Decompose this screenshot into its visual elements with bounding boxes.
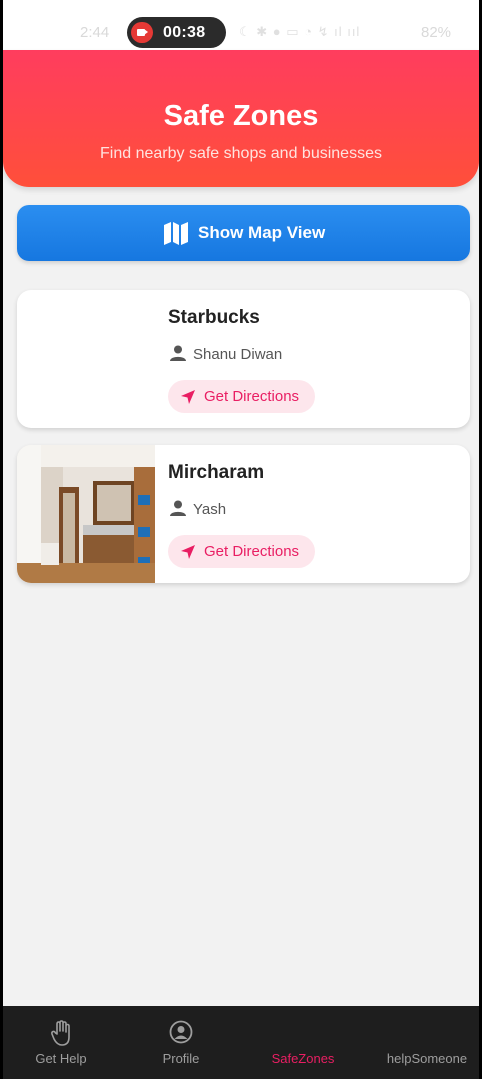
safe-zone-card[interactable]: Mircharam Yash Get Directions: [17, 445, 470, 583]
nav-item-profile[interactable]: Profile: [141, 1006, 221, 1079]
hand-icon: [51, 1020, 70, 1046]
nav-label: SafeZones: [271, 1051, 335, 1066]
get-directions-label: Get Directions: [204, 388, 300, 405]
bottom-navigation: Get Help Profile SafeZones helpSomeone: [3, 1006, 479, 1079]
nav-item-safezones[interactable]: SafeZones: [261, 1006, 345, 1079]
screen-recording-indicator[interactable]: 00:38: [127, 17, 226, 48]
place-name: Starbucks: [168, 307, 260, 328]
status-time: 2:44: [80, 24, 110, 41]
get-directions-button[interactable]: Get Directions: [168, 535, 315, 568]
status-icons: ☾ ✱ ● ▭ ◔ ↯ ıl ııl: [239, 24, 361, 39]
person-icon: [170, 500, 186, 516]
safe-zone-card[interactable]: Starbucks Shanu Diwan Get Directions: [17, 290, 470, 428]
navigation-arrow-icon: [181, 545, 195, 559]
record-camera-icon: [131, 22, 153, 43]
page-subtitle: Find nearby safe shops and businesses: [100, 145, 382, 162]
place-name: Mircharam: [168, 462, 265, 483]
status-bar: 2:44 00:38 ☾ ✱ ● ▭ ◔ ↯ ıl ııl 82%: [3, 0, 479, 50]
get-directions-button[interactable]: Get Directions: [168, 380, 315, 413]
safe-zones-screen: 2:44 00:38 ☾ ✱ ● ▭ ◔ ↯ ıl ııl 82% Safe Z…: [3, 0, 479, 1079]
map-icon: [164, 222, 188, 245]
recording-time: 00:38: [163, 24, 206, 41]
battery-level: 82%: [421, 24, 452, 41]
show-map-view-button[interactable]: Show Map View: [17, 205, 470, 261]
place-photo: [17, 445, 155, 583]
nav-label: Get Help: [35, 1051, 87, 1066]
person-icon: [170, 345, 186, 361]
owner-name: Yash: [193, 501, 227, 518]
get-directions-label: Get Directions: [204, 543, 300, 560]
show-map-view-label: Show Map View: [198, 223, 326, 242]
page-title: Safe Zones: [163, 100, 319, 132]
owner-name: Shanu Diwan: [193, 346, 283, 363]
nav-item-get-help[interactable]: Get Help: [19, 1006, 103, 1079]
page-header: Safe Zones Find nearby safe shops and bu…: [3, 50, 479, 187]
nav-label: helpSomeone: [386, 1051, 468, 1066]
nav-label: Profile: [162, 1051, 200, 1066]
navigation-arrow-icon: [181, 390, 195, 404]
nav-item-help-someone[interactable]: helpSomeone: [379, 1006, 475, 1079]
profile-icon: [169, 1020, 193, 1044]
